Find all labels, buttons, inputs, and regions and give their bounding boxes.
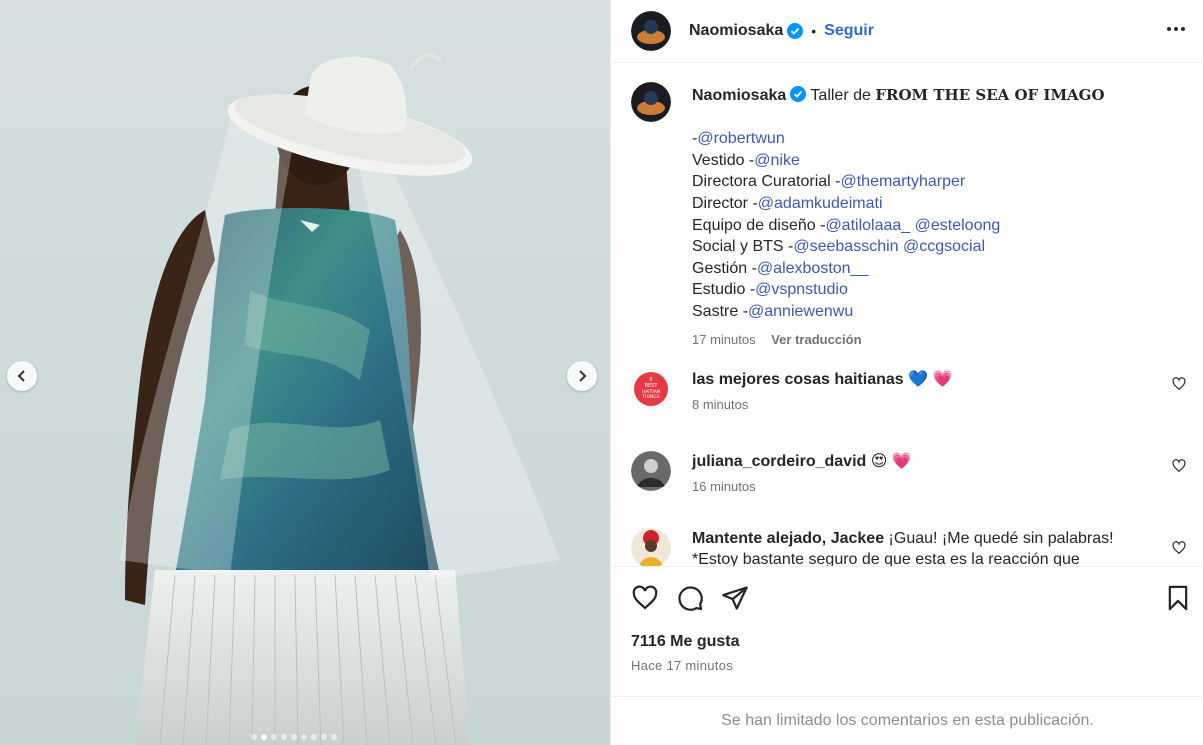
slide-indicator [251,734,337,740]
author-avatar[interactable] [631,11,671,51]
caption-credit-line: Sastre -@anniewenwu [692,301,1172,323]
caption-author-avatar[interactable] [631,82,671,122]
caption-author-username[interactable]: Naomiosaka [692,87,786,104]
comment-text: 💙 💗 [908,371,953,388]
save-button[interactable] [1164,584,1192,617]
post-actions: 7116 Me gusta Hace 17 minutos [611,566,1203,696]
caption-credit-line: Director -@adamkudeimati [692,193,1172,215]
credit-role: Equipo de diseño - [692,216,826,234]
heart-icon [632,585,658,610]
credit-role: Social y BTS - [692,238,794,256]
comment-text: 😍 💗 [870,453,912,470]
comment-item: juliana_cordeiro_david 😍 💗 16 minutos [631,451,1186,494]
comment-item: 8 BEST HAITIAN THINGS las mejores cosas … [631,369,1186,412]
send-paper-plane-icon [722,586,748,610]
slide-dot [251,734,257,740]
like-comment-heart-icon[interactable] [1172,459,1186,473]
post-photo [120,52,560,745]
slide-dot [301,734,307,740]
mention-link[interactable]: @vspnstudio [755,281,848,298]
caption-credits: -@robertwun Vestido -@nike Directora Curat… [692,128,1172,322]
comment-username[interactable]: las mejores cosas haitianas [692,371,904,388]
author-username[interactable]: Naomiosaka [689,22,783,40]
slide-dot [271,734,277,740]
caption-title: FROM THE SEA OF IMAGO [875,86,1105,104]
commenter-avatar[interactable]: 8 BEST HAITIAN THINGS [631,369,671,409]
chevron-right-icon [579,370,587,382]
mention-link[interactable]: @anniewenwu [748,303,853,320]
avatar-text-2: BEST [645,383,659,389]
mention-link[interactable]: @adamkudeimati [758,195,883,212]
caption-credit-line: Social y BTS -@seebasschin @ccgsocial [692,236,1172,258]
mention-link[interactable]: @ccgsocial [903,238,985,255]
comments-limited-notice: Se han limitado los comentarios en esta … [611,696,1203,745]
bookmark-icon [1168,585,1188,611]
mention-link[interactable]: @nike [754,152,800,169]
credit-role: Vestido - [692,151,755,169]
caption-credit-line: Gestión -@alexboston__ [692,258,1172,280]
credit-role: Estudio - [692,281,756,299]
mention-link[interactable]: @atilolaaa_ [825,217,910,234]
slide-dot [311,734,317,740]
verified-badge-icon [790,86,807,102]
comment-time: 16 minutos [692,479,756,494]
mention-link[interactable]: @themartyharper [840,173,965,190]
post-timestamp: Hace 17 minutos [631,658,734,673]
credit-role: Sastre - [692,302,749,320]
previous-slide-button[interactable] [7,361,37,391]
likes-count[interactable]: 7116 Me gusta [631,633,740,651]
like-button[interactable] [631,584,659,617]
caption-credit-line: Directora Curatorial -@themartyharper [692,171,1172,193]
like-comment-heart-icon[interactable] [1172,541,1186,555]
credit-role: Gestión - [692,259,757,277]
comment-username[interactable]: Mantente alejado, Jackee [692,530,884,547]
share-button[interactable] [721,584,749,617]
chevron-left-icon [17,370,25,382]
caption-credit-line: -@robertwun [692,128,1172,150]
post-header: Naomiosaka • Seguir [611,0,1203,63]
comment-bubble-icon [678,586,703,611]
caption-time: 17 minutos [692,331,756,347]
translate-button[interactable]: Ver traducción [771,332,861,347]
comment-username[interactable]: juliana_cordeiro_david [692,453,866,470]
comment-item: Mantente alejado, Jackee ¡Guau! ¡Me qued… [631,528,1186,566]
comments-scroll-area[interactable]: Naomiosaka Taller de FROM THE SEA OF IMA… [611,64,1203,566]
post-media[interactable] [0,0,610,745]
caption: Naomiosaka Taller de FROM THE SEA OF IMA… [631,82,1172,350]
avatar-text-4: THINGS [641,394,659,400]
slide-dot [331,734,337,740]
post-details-panel: Naomiosaka • Seguir Naomiosaka Taller de… [610,0,1203,745]
next-slide-button[interactable] [567,361,597,391]
comment-button[interactable] [676,584,704,617]
caption-intro: Taller de [810,87,871,104]
like-comment-heart-icon[interactable] [1172,377,1186,391]
caption-credit-line: Vestido -@nike [692,150,1172,172]
commenter-avatar[interactable] [631,528,671,566]
separator-dot: • [811,23,817,39]
slide-dot [321,734,327,740]
slide-dot [281,734,287,740]
mention-link[interactable]: @esteloong [915,217,1001,234]
comment-time: 8 minutos [692,397,749,412]
follow-button[interactable]: Seguir [824,22,874,40]
more-options-icon[interactable] [1165,18,1187,40]
caption-credit-line: Equipo de diseño -@atilolaaa_ @esteloong [692,215,1172,237]
slide-dot [261,734,267,740]
mention-link[interactable]: @seebasschin [793,238,898,255]
commenter-avatar[interactable] [631,451,671,491]
verified-badge-icon [787,23,804,39]
caption-credit-line: Estudio -@vspnstudio [692,279,1172,301]
mention-link[interactable]: @alexboston__ [757,260,868,277]
slide-dot [291,734,297,740]
mention-link[interactable]: @robertwun [697,130,784,147]
credit-role: Directora Curatorial - [692,173,841,191]
credit-role: Director - [692,194,758,212]
